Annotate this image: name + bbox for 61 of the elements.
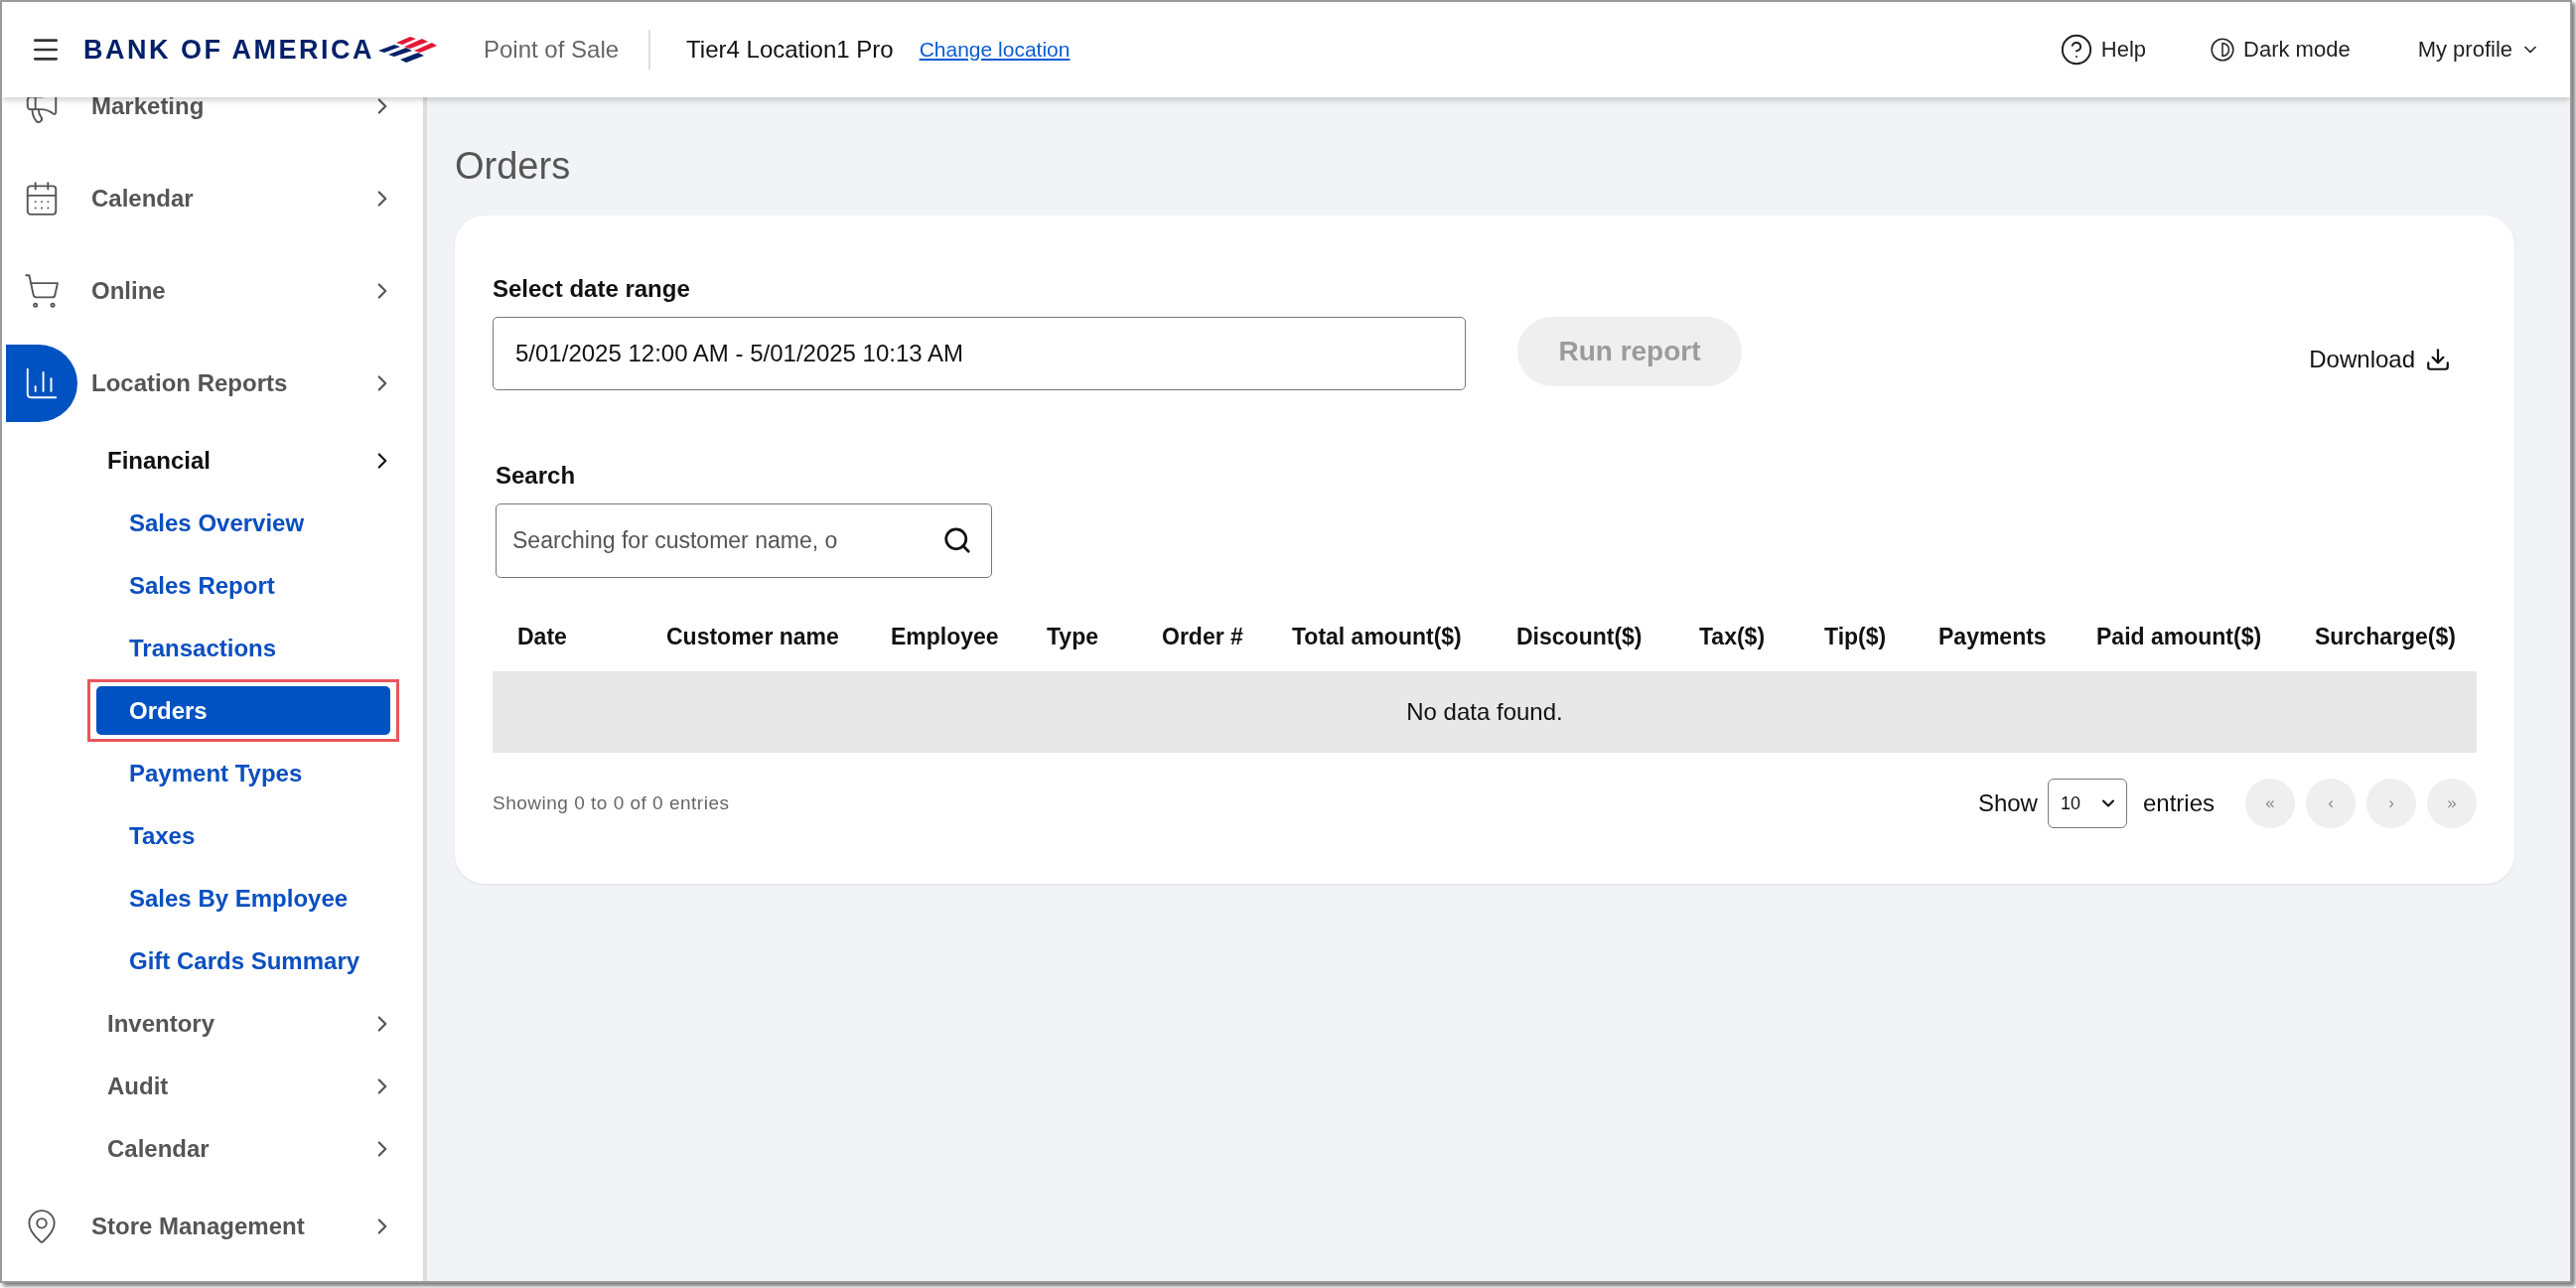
nav-item[interactable]: Marketing — [2, 97, 423, 152]
search-label: Search — [496, 462, 577, 490]
column-header: Paid amount($) — [2096, 623, 2263, 650]
nav-subitem[interactable]: Audit — [2, 1055, 423, 1117]
report-link[interactable]: Payment Types — [96, 759, 390, 787]
page-title: Orders — [455, 145, 572, 188]
location-name: Tier4 Location1 Pro — [686, 36, 894, 64]
report-link[interactable]: Taxes — [96, 821, 390, 850]
download-icon — [2425, 347, 2451, 372]
column-header: Customer name — [666, 623, 840, 650]
dark-mode-button[interactable]: Dark mode — [2210, 37, 2351, 63]
column-header: Discount($) — [1516, 623, 1644, 650]
column-header: Total amount($) — [1292, 623, 1463, 650]
nav-item[interactable]: Store Management — [2, 1180, 423, 1272]
report-link[interactable]: Sales Overview — [96, 508, 390, 537]
empty-message: No data found. — [1406, 698, 1563, 726]
nav-subitem[interactable]: Calendar — [2, 1117, 423, 1180]
nav-item[interactable]: Online — [2, 244, 423, 337]
column-header: Date — [517, 623, 568, 650]
nav-label: Online — [91, 276, 167, 305]
brand-logo-text: BANK OF AMERICA — [83, 34, 374, 66]
nav-label: Store Management — [91, 1212, 306, 1240]
nav-label: Marketing — [91, 97, 206, 120]
report-link[interactable]: Gift Cards Summary — [96, 946, 390, 975]
column-header: Order # — [1162, 623, 1244, 650]
nav-item[interactable]: Location Reports — [2, 337, 423, 429]
column-header: Tax($) — [1699, 623, 1767, 650]
column-header: Employee — [891, 623, 1000, 650]
entries-label: entries — [2142, 789, 2215, 817]
search-field[interactable]: Searching for customer name, o — [496, 503, 992, 578]
report-link[interactable]: Sales By Employee — [96, 884, 390, 913]
nav-subitem[interactable]: Financial — [2, 429, 423, 492]
change-location-link[interactable]: Change location — [919, 38, 1071, 62]
column-header: Tip($) — [1824, 623, 1888, 650]
column-header: Type — [1047, 623, 1099, 650]
report-link[interactable]: Orders — [96, 686, 390, 735]
entries-info: Showing 0 to 0 of 0 entries — [493, 792, 730, 814]
download-button[interactable]: Download — [2303, 345, 2457, 374]
contrast-icon — [2210, 37, 2236, 63]
help-button[interactable]: Help — [2059, 33, 2147, 67]
search-icon[interactable] — [942, 525, 972, 555]
column-header: Surcharge($) — [2315, 623, 2457, 650]
nav-sublabel: Financial — [107, 446, 213, 475]
page-size-select[interactable]: 10 — [2047, 779, 2127, 828]
app-name: Point of Sale — [484, 30, 651, 70]
show-label: Show — [1977, 789, 2038, 817]
column-header: Payments — [1938, 623, 2048, 650]
date-range-label: Select date range — [493, 275, 691, 303]
nav-sublabel: Audit — [107, 1072, 170, 1100]
nav-sublabel: Calendar — [107, 1134, 211, 1163]
nav-label: Calendar — [91, 184, 195, 213]
cart-icon — [23, 271, 61, 310]
date-range-field[interactable]: 5/01/2025 12:00 AM - 5/01/2025 10:13 AM — [493, 317, 1466, 390]
nav-item[interactable]: Calendar — [2, 152, 423, 244]
report-link[interactable]: Sales Report — [96, 571, 390, 600]
nav-label: Location Reports — [91, 368, 289, 397]
report-link[interactable]: Transactions — [96, 634, 390, 662]
nav-sublabel: Inventory — [107, 1009, 216, 1038]
profile-menu[interactable]: My profile — [2417, 37, 2540, 63]
nav-subitem[interactable]: Inventory — [2, 992, 423, 1055]
help-icon — [2059, 33, 2093, 67]
